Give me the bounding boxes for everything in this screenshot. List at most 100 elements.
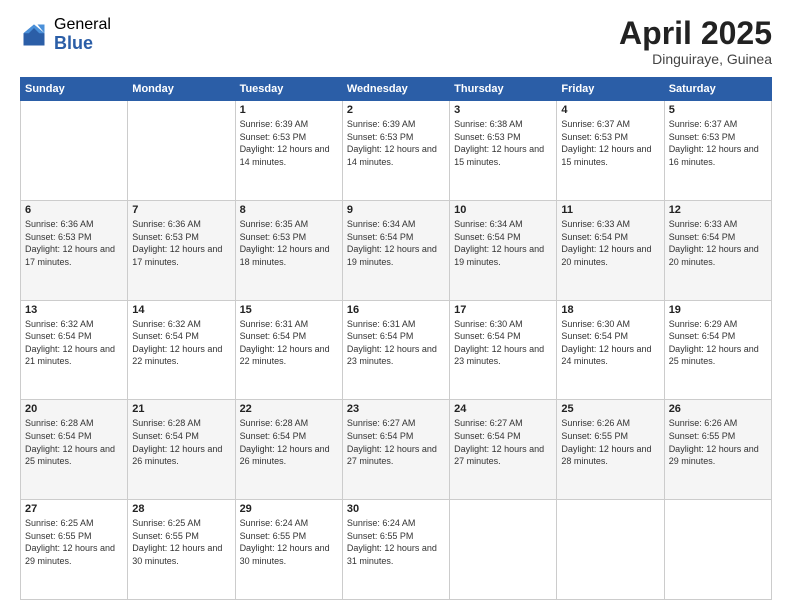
day-info: Sunrise: 6:31 AM Sunset: 6:54 PM Dayligh… [240, 318, 338, 368]
day-info: Sunrise: 6:27 AM Sunset: 6:54 PM Dayligh… [347, 417, 445, 467]
day-info: Sunrise: 6:32 AM Sunset: 6:54 PM Dayligh… [25, 318, 123, 368]
header-wednesday: Wednesday [342, 78, 449, 101]
day-number: 24 [454, 403, 552, 415]
table-row [21, 101, 128, 201]
day-info: Sunrise: 6:35 AM Sunset: 6:53 PM Dayligh… [240, 218, 338, 268]
day-number: 7 [132, 204, 230, 216]
table-row: 3Sunrise: 6:38 AM Sunset: 6:53 PM Daylig… [450, 101, 557, 201]
table-row: 27 Sunrise: 6:25 AM Sunset: 6:55 PM Dayli… [21, 500, 128, 600]
table-row: 11 Sunrise: 6:33 AM Sunset: 6:54 PM Dayli… [557, 200, 664, 300]
day-info: Sunrise: 6:30 AM Sunset: 6:54 PM Dayligh… [454, 318, 552, 368]
day-info: Sunrise: 6:39 AM Sunset: 6:53 PM Dayligh… [240, 118, 338, 168]
calendar-week-4: 20 Sunrise: 6:28 AM Sunset: 6:54 PM Dayli… [21, 400, 772, 500]
day-info: Sunrise: 6:33 AM Sunset: 6:54 PM Dayligh… [561, 218, 659, 268]
table-row: 12 Sunrise: 6:33 AM Sunset: 6:54 PM Dayli… [664, 200, 771, 300]
table-row: 22Sunrise: 6:28 AM Sunset: 6:54 PM Dayli… [235, 400, 342, 500]
day-number: 21 [132, 403, 230, 415]
day-number: 6 [25, 204, 123, 216]
table-row: 21 Sunrise: 6:28 AM Sunset: 6:54 PM Dayli… [128, 400, 235, 500]
table-row: 20 Sunrise: 6:28 AM Sunset: 6:54 PM Dayli… [21, 400, 128, 500]
day-number: 19 [669, 304, 767, 316]
day-info: Sunrise: 6:34 AM Sunset: 6:54 PM Dayligh… [454, 218, 552, 268]
day-info: Sunrise: 6:37 AM Sunset: 6:53 PM Dayligh… [669, 118, 767, 168]
table-row: 14 Sunrise: 6:32 AM Sunset: 6:54 PM Dayli… [128, 300, 235, 400]
day-number: 16 [347, 304, 445, 316]
table-row: 23 Sunrise: 6:27 AM Sunset: 6:54 PM Dayli… [342, 400, 449, 500]
header-tuesday: Tuesday [235, 78, 342, 101]
table-row: 2Sunrise: 6:39 AM Sunset: 6:53 PM Daylig… [342, 101, 449, 201]
day-number: 11 [561, 204, 659, 216]
day-info: Sunrise: 6:36 AM Sunset: 6:53 PM Dayligh… [25, 218, 123, 268]
day-number: 4 [561, 104, 659, 116]
calendar-week-3: 13 Sunrise: 6:32 AM Sunset: 6:54 PM Dayli… [21, 300, 772, 400]
table-row: 18 Sunrise: 6:30 AM Sunset: 6:54 PM Dayli… [557, 300, 664, 400]
header-thursday: Thursday [450, 78, 557, 101]
day-number: 25 [561, 403, 659, 415]
day-number: 22 [240, 403, 338, 415]
table-row: 29 Sunrise: 6:24 AM Sunset: 6:55 PM Dayli… [235, 500, 342, 600]
day-number: 28 [132, 503, 230, 515]
table-row: 5 Sunrise: 6:37 AM Sunset: 6:53 PM Daylig… [664, 101, 771, 201]
day-info: Sunrise: 6:29 AM Sunset: 6:54 PM Dayligh… [669, 318, 767, 368]
table-row: 19 Sunrise: 6:29 AM Sunset: 6:54 PM Dayli… [664, 300, 771, 400]
day-info: Sunrise: 6:31 AM Sunset: 6:54 PM Dayligh… [347, 318, 445, 368]
table-row: 7 Sunrise: 6:36 AM Sunset: 6:53 PM Daylig… [128, 200, 235, 300]
calendar-header-row: Sunday Monday Tuesday Wednesday Thursday… [21, 78, 772, 101]
day-info: Sunrise: 6:27 AM Sunset: 6:54 PM Dayligh… [454, 417, 552, 467]
table-row [450, 500, 557, 600]
day-info: Sunrise: 6:34 AM Sunset: 6:54 PM Dayligh… [347, 218, 445, 268]
header: General Blue April 2025 Dinguiraye, Guin… [20, 16, 772, 67]
table-row [664, 500, 771, 600]
day-info: Sunrise: 6:28 AM Sunset: 6:54 PM Dayligh… [25, 417, 123, 467]
logo-text: General Blue [54, 16, 111, 53]
header-friday: Friday [557, 78, 664, 101]
table-row: 8 Sunrise: 6:35 AM Sunset: 6:53 PM Daylig… [235, 200, 342, 300]
logo-icon [20, 21, 48, 49]
table-row: 25Sunrise: 6:26 AM Sunset: 6:55 PM Dayli… [557, 400, 664, 500]
day-number: 29 [240, 503, 338, 515]
day-info: Sunrise: 6:33 AM Sunset: 6:54 PM Dayligh… [669, 218, 767, 268]
table-row: 15Sunrise: 6:31 AM Sunset: 6:54 PM Dayli… [235, 300, 342, 400]
day-number: 12 [669, 204, 767, 216]
day-number: 14 [132, 304, 230, 316]
logo-blue: Blue [54, 34, 111, 54]
day-info: Sunrise: 6:25 AM Sunset: 6:55 PM Dayligh… [25, 517, 123, 567]
table-row: 16 Sunrise: 6:31 AM Sunset: 6:54 PM Dayli… [342, 300, 449, 400]
day-info: Sunrise: 6:24 AM Sunset: 6:55 PM Dayligh… [347, 517, 445, 567]
day-info: Sunrise: 6:37 AM Sunset: 6:53 PM Dayligh… [561, 118, 659, 168]
day-number: 17 [454, 304, 552, 316]
day-number: 13 [25, 304, 123, 316]
table-row: 4 Sunrise: 6:37 AM Sunset: 6:53 PM Daylig… [557, 101, 664, 201]
calendar-table: Sunday Monday Tuesday Wednesday Thursday… [20, 77, 772, 600]
table-row: 24 Sunrise: 6:27 AM Sunset: 6:54 PM Dayli… [450, 400, 557, 500]
day-info: Sunrise: 6:24 AM Sunset: 6:55 PM Dayligh… [240, 517, 338, 567]
calendar-week-1: 1 Sunrise: 6:39 AM Sunset: 6:53 PM Daylig… [21, 101, 772, 201]
table-row [557, 500, 664, 600]
title-month: April 2025 [619, 16, 772, 51]
table-row: 1 Sunrise: 6:39 AM Sunset: 6:53 PM Daylig… [235, 101, 342, 201]
day-info: Sunrise: 6:32 AM Sunset: 6:54 PM Dayligh… [132, 318, 230, 368]
day-info: Sunrise: 6:30 AM Sunset: 6:54 PM Dayligh… [561, 318, 659, 368]
title-block: April 2025 Dinguiraye, Guinea [619, 16, 772, 67]
day-info: Sunrise: 6:26 AM Sunset: 6:55 PM Dayligh… [669, 417, 767, 467]
header-sunday: Sunday [21, 78, 128, 101]
day-number: 1 [240, 104, 338, 116]
table-row: 6 Sunrise: 6:36 AM Sunset: 6:53 PM Daylig… [21, 200, 128, 300]
day-number: 18 [561, 304, 659, 316]
day-number: 27 [25, 503, 123, 515]
day-info: Sunrise: 6:38 AM Sunset: 6:53 PM Dayligh… [454, 118, 552, 168]
day-info: Sunrise: 6:28 AM Sunset: 6:54 PM Dayligh… [132, 417, 230, 467]
day-info: Sunrise: 6:39 AM Sunset: 6:53 PM Dayligh… [347, 118, 445, 168]
day-number: 20 [25, 403, 123, 415]
header-saturday: Saturday [664, 78, 771, 101]
day-number: 8 [240, 204, 338, 216]
day-info: Sunrise: 6:36 AM Sunset: 6:53 PM Dayligh… [132, 218, 230, 268]
table-row: 13 Sunrise: 6:32 AM Sunset: 6:54 PM Dayli… [21, 300, 128, 400]
table-row: 28Sunrise: 6:25 AM Sunset: 6:55 PM Dayli… [128, 500, 235, 600]
header-monday: Monday [128, 78, 235, 101]
table-row: 26Sunrise: 6:26 AM Sunset: 6:55 PM Dayli… [664, 400, 771, 500]
day-number: 23 [347, 403, 445, 415]
day-number: 5 [669, 104, 767, 116]
table-row: 30Sunrise: 6:24 AM Sunset: 6:55 PM Dayli… [342, 500, 449, 600]
table-row: 10Sunrise: 6:34 AM Sunset: 6:54 PM Dayli… [450, 200, 557, 300]
